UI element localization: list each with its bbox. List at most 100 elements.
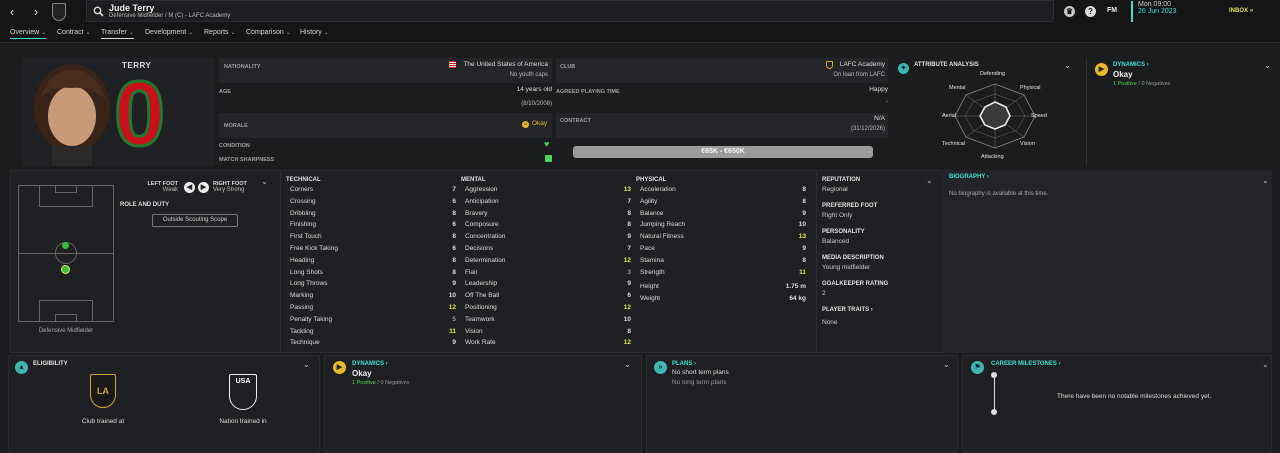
attribute-row[interactable]: Long Shots 8 bbox=[290, 269, 456, 281]
attribute-row[interactable]: Strength 11 bbox=[640, 269, 806, 281]
attribute-value: 9 bbox=[802, 245, 806, 252]
scouting-scope-button[interactable]: Outside Scouting Scope bbox=[152, 214, 238, 227]
tab-development[interactable]: Development ⌄ bbox=[145, 29, 193, 36]
chevron-down-icon[interactable]: ⌄ bbox=[926, 176, 933, 185]
attribute-row[interactable]: Stamina 8 bbox=[640, 257, 806, 269]
attribute-row[interactable]: Natural Fitness 13 bbox=[640, 233, 806, 245]
club-value[interactable]: LAFC Academy bbox=[640, 61, 885, 68]
morale-cell[interactable] bbox=[219, 113, 552, 138]
attribute-row[interactable]: Jumping Reach 10 bbox=[640, 221, 806, 233]
attribute-row[interactable]: Bravery 8 bbox=[465, 210, 631, 222]
attribute-name: Off The Ball bbox=[465, 292, 500, 300]
position-pitch[interactable] bbox=[18, 185, 114, 322]
attribute-name: Technique bbox=[290, 339, 320, 347]
chevron-down-icon[interactable]: ⌄ bbox=[624, 360, 631, 369]
chevron-down-icon[interactable]: ⌄ bbox=[1262, 176, 1269, 185]
player-header-bar[interactable]: Jude Terry Defensive Midfielder / M (C) … bbox=[86, 0, 1054, 22]
attribute-row[interactable]: Finishing 6 bbox=[290, 221, 456, 233]
player-traits-label: PLAYER TRAITS bbox=[822, 307, 870, 313]
biography-link[interactable]: BIOGRAPHY › bbox=[949, 174, 989, 180]
left-foot-value: Weak bbox=[162, 187, 178, 193]
dynamics-link[interactable]: DYNAMICS › bbox=[352, 361, 388, 367]
attribute-row[interactable]: Marking 10 bbox=[290, 292, 456, 304]
tab-reports[interactable]: Reports ⌄ bbox=[204, 29, 236, 36]
pitch-sixyard-top bbox=[55, 185, 77, 193]
tab-comparison[interactable]: Comparison ⌄ bbox=[246, 29, 291, 36]
transfer-value-bar[interactable]: €65K - €650K bbox=[573, 146, 873, 158]
dynamics-title[interactable]: DYNAMICS › bbox=[1113, 62, 1149, 68]
graduation-icon: ▲ bbox=[15, 361, 28, 374]
attribute-row[interactable]: Determination 12 bbox=[465, 257, 631, 269]
inbox-button[interactable]: INBOX » bbox=[1229, 8, 1253, 14]
game-clock[interactable]: Mon 09:00 26 Jun 2023 bbox=[1131, 1, 1215, 22]
attribute-row[interactable]: Flair 3 bbox=[465, 269, 631, 281]
attribute-row[interactable]: Passing 12 bbox=[290, 304, 456, 316]
search-icon[interactable] bbox=[93, 6, 104, 17]
attribute-name: Work Rate bbox=[465, 339, 496, 347]
attribute-row[interactable]: Technique 9 bbox=[290, 339, 456, 351]
attribute-row[interactable]: Aggression 13 bbox=[465, 186, 631, 198]
nationality-value[interactable]: The United States of America bbox=[300, 61, 548, 68]
attribute-row[interactable]: Off The Ball 6 bbox=[465, 292, 631, 304]
attribute-row[interactable]: Tackling 11 bbox=[290, 328, 456, 340]
personality-label: PERSONALITY bbox=[822, 229, 865, 235]
right-foot-info: RIGHT FOOT Very Strong bbox=[213, 181, 247, 193]
tab-history[interactable]: History ⌄ bbox=[300, 29, 329, 36]
tab-contract[interactable]: Contract ⌄ bbox=[57, 29, 91, 36]
contract-label: CONTRACT bbox=[560, 118, 591, 124]
attribute-row[interactable]: Agility 8 bbox=[640, 198, 806, 210]
attribute-row[interactable]: Dribbling 8 bbox=[290, 210, 456, 222]
chevron-down-icon[interactable]: ⌄ bbox=[1262, 360, 1269, 369]
left-foot-icon: ◀ bbox=[184, 182, 195, 193]
attribute-row[interactable]: Decisions 7 bbox=[465, 245, 631, 257]
attribute-row[interactable]: Crossing 6 bbox=[290, 198, 456, 210]
attribute-row[interactable]: Leadership 9 bbox=[465, 280, 631, 292]
attribute-row[interactable]: First Touch 8 bbox=[290, 233, 456, 245]
chevron-down-icon: ⌄ bbox=[128, 30, 134, 36]
attribute-row[interactable]: Long Throws 9 bbox=[290, 280, 456, 292]
chevron-down-icon[interactable]: ⌄ bbox=[303, 360, 310, 369]
tab-transfer[interactable]: Transfer ⌄ bbox=[101, 29, 134, 39]
chevron-down-icon[interactable]: ⌄ bbox=[1064, 61, 1071, 70]
attribute-row[interactable]: Acceleration 8 bbox=[640, 186, 806, 198]
chevron-down-icon[interactable]: ⌄ bbox=[261, 177, 268, 186]
attribute-name: Decisions bbox=[465, 245, 494, 252]
inbox-label: INBOX bbox=[1229, 8, 1249, 14]
attribute-row[interactable]: Balance 9 bbox=[640, 210, 806, 222]
trophy-icon[interactable]: ♛ bbox=[1064, 6, 1075, 17]
attribute-row[interactable]: Composure 8 bbox=[465, 221, 631, 233]
attribute-row[interactable]: Work Rate 12 bbox=[465, 339, 631, 351]
attribute-row[interactable]: Free Kick Taking 6 bbox=[290, 245, 456, 257]
attribute-value: 13 bbox=[623, 186, 631, 193]
attribute-row[interactable]: Positioning 12 bbox=[465, 304, 631, 316]
attribute-row[interactable]: Vision 8 bbox=[465, 328, 631, 340]
attribute-row[interactable]: Anticipation 7 bbox=[465, 198, 631, 210]
player-traits-link[interactable]: PLAYER TRAITS › bbox=[822, 307, 873, 313]
club-label: CLUB bbox=[560, 64, 576, 70]
morale-value: Okay bbox=[532, 120, 548, 127]
attribute-row[interactable]: Teamwork 10 bbox=[465, 316, 631, 328]
attribute-row[interactable]: Corners 7 bbox=[290, 186, 456, 198]
attribute-row[interactable]: Penalty Taking 5 bbox=[290, 316, 456, 328]
milestone-timeline bbox=[994, 375, 995, 411]
timeline-dot-bottom bbox=[991, 409, 997, 415]
divider bbox=[816, 170, 817, 353]
tab-overview[interactable]: Overview ⌄ bbox=[10, 29, 47, 39]
chevron-down-icon[interactable]: ⌄ bbox=[943, 360, 950, 369]
attribute-name: Teamwork bbox=[465, 315, 495, 323]
milestones-icon: ⚑ bbox=[971, 361, 984, 374]
attribute-name: Natural Fitness bbox=[640, 233, 684, 241]
back-icon[interactable]: ‹ bbox=[4, 4, 20, 20]
help-icon[interactable]: ? bbox=[1085, 6, 1096, 17]
attribute-row[interactable]: Concentration 9 bbox=[465, 233, 631, 245]
club-crest-icon[interactable] bbox=[52, 3, 66, 21]
milestones-link[interactable]: CAREER MILESTONES › bbox=[991, 361, 1061, 367]
forward-icon[interactable]: › bbox=[28, 4, 44, 20]
chevron-down-icon[interactable]: ⌄ bbox=[1264, 61, 1271, 70]
sharpness-label: MATCH SHARPNESS bbox=[219, 157, 275, 163]
fm-menu-button[interactable]: FM bbox=[1107, 7, 1117, 14]
nationality-label: NATIONALITY bbox=[224, 64, 261, 70]
plans-link[interactable]: PLANS › bbox=[672, 361, 696, 367]
attribute-row[interactable]: Pace 9 bbox=[640, 245, 806, 257]
attribute-row[interactable]: Heading 8 bbox=[290, 257, 456, 269]
